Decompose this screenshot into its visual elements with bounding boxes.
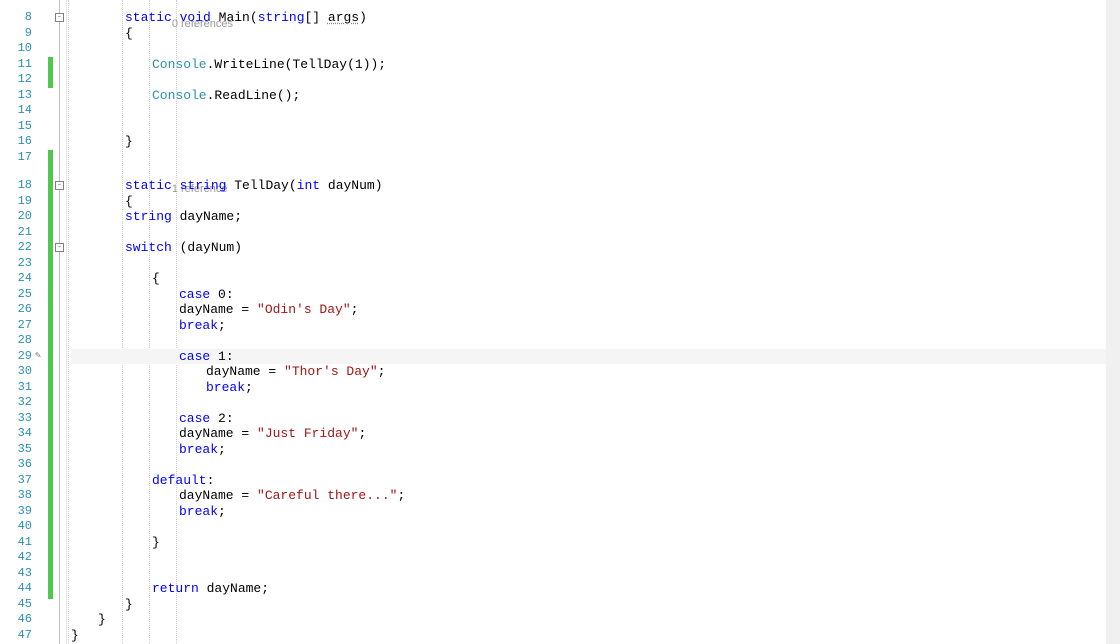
- line-number: 12: [0, 72, 32, 88]
- code-line[interactable]: }: [71, 535, 1120, 551]
- line-number: 46: [0, 612, 32, 628]
- code-line[interactable]: break;: [71, 380, 1120, 396]
- code-line[interactable]: [71, 566, 1120, 582]
- code-line[interactable]: [71, 103, 1120, 119]
- line-number: 10: [0, 41, 32, 57]
- line-number: 44: [0, 581, 32, 597]
- line-number: 43: [0, 566, 32, 582]
- line-number: 40: [0, 519, 32, 535]
- code-line[interactable]: string dayName;: [71, 209, 1120, 225]
- code-line[interactable]: break;: [71, 318, 1120, 334]
- line-number: 20: [0, 209, 32, 225]
- line-number: 37: [0, 473, 32, 489]
- line-number: 19: [0, 194, 32, 210]
- code-line[interactable]: [71, 41, 1120, 57]
- code-line[interactable]: break;: [71, 442, 1120, 458]
- code-line[interactable]: case 2:: [71, 411, 1120, 427]
- line-number: 31: [0, 380, 32, 396]
- code-line[interactable]: [71, 333, 1120, 349]
- code-line[interactable]: {: [71, 26, 1120, 42]
- line-number: 24: [0, 271, 32, 287]
- code-line[interactable]: [71, 550, 1120, 566]
- code-line[interactable]: case 0:: [71, 287, 1120, 303]
- line-number: 22: [0, 240, 32, 256]
- line-number: 29: [0, 349, 32, 365]
- line-number: 38: [0, 488, 32, 504]
- code-line[interactable]: Console.ReadLine();: [71, 88, 1120, 104]
- code-line[interactable]: dayName = "Careful there...";: [71, 488, 1120, 504]
- line-number: 33: [0, 411, 32, 427]
- marker-column[interactable]: ✎: [38, 0, 48, 644]
- code-line[interactable]: }: [71, 612, 1120, 628]
- line-number-gutter: 891011121314151617 1819202122232425262728…: [0, 0, 38, 644]
- line-number: 30: [0, 364, 32, 380]
- code-line[interactable]: }: [71, 134, 1120, 150]
- code-line[interactable]: Console.WriteLine(TellDay(1));: [71, 57, 1120, 73]
- line-number: 42: [0, 550, 32, 566]
- code-line[interactable]: dayName = "Odin's Day";: [71, 302, 1120, 318]
- line-number: 39: [0, 504, 32, 520]
- line-number: 11: [0, 57, 32, 73]
- code-line[interactable]: switch (dayNum): [71, 240, 1120, 256]
- line-number: 27: [0, 318, 32, 334]
- code-line[interactable]: }: [71, 597, 1120, 613]
- line-number: 34: [0, 426, 32, 442]
- code-line[interactable]: default:: [71, 473, 1120, 489]
- code-line[interactable]: {: [71, 194, 1120, 210]
- line-number: 35: [0, 442, 32, 458]
- line-number: 14: [0, 103, 32, 119]
- code-line[interactable]: [71, 225, 1120, 241]
- code-line[interactable]: [71, 519, 1120, 535]
- code-line-current[interactable]: case 1:: [71, 349, 1120, 365]
- code-line[interactable]: break;: [71, 504, 1120, 520]
- code-area[interactable]: 0 references static void Main(string[] a…: [67, 0, 1120, 644]
- code-line[interactable]: [71, 150, 1120, 166]
- collapse-toggle[interactable]: -: [55, 243, 64, 252]
- code-line[interactable]: [71, 256, 1120, 272]
- code-line[interactable]: [71, 119, 1120, 135]
- line-number: 25: [0, 287, 32, 303]
- code-line[interactable]: dayName = "Just Friday";: [71, 426, 1120, 442]
- line-number: 23: [0, 256, 32, 272]
- code-line[interactable]: {: [71, 271, 1120, 287]
- code-line[interactable]: [71, 457, 1120, 473]
- line-number: 8: [0, 10, 32, 26]
- code-line[interactable]: [71, 395, 1120, 411]
- code-editor[interactable]: 891011121314151617 1819202122232425262728…: [0, 0, 1120, 644]
- line-number: 9: [0, 26, 32, 42]
- line-number: 41: [0, 535, 32, 551]
- line-number: 15: [0, 119, 32, 135]
- line-number: 17: [0, 150, 32, 166]
- outlining-column[interactable]: - - -: [53, 0, 67, 644]
- line-number: 45: [0, 597, 32, 613]
- vertical-scrollbar[interactable]: [1106, 0, 1120, 644]
- line-number: 36: [0, 457, 32, 473]
- code-line[interactable]: dayName = "Thor's Day";: [71, 364, 1120, 380]
- code-line[interactable]: return dayName;: [71, 581, 1120, 597]
- line-number: 18: [0, 178, 32, 194]
- line-number: 28: [0, 333, 32, 349]
- line-number: 16: [0, 134, 32, 150]
- code-line[interactable]: }: [71, 628, 1120, 644]
- code-line[interactable]: static string TellDay(int dayNum): [71, 178, 1120, 194]
- collapse-toggle[interactable]: -: [55, 181, 64, 190]
- line-number: 32: [0, 395, 32, 411]
- line-number: 21: [0, 225, 32, 241]
- line-number: 47: [0, 628, 32, 644]
- collapse-toggle[interactable]: -: [55, 13, 64, 22]
- line-number: 13: [0, 88, 32, 104]
- edit-marker-icon: ✎: [35, 349, 41, 365]
- code-line[interactable]: static void Main(string[] args): [71, 10, 1120, 26]
- code-line[interactable]: [71, 72, 1120, 88]
- line-number: 26: [0, 302, 32, 318]
